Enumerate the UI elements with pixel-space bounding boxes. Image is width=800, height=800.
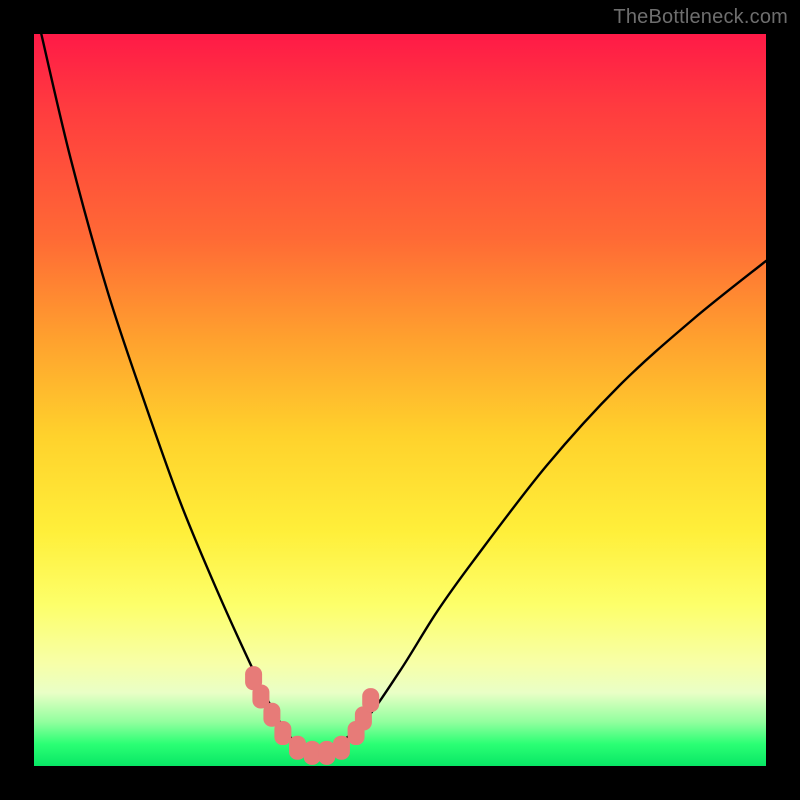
highlight-marker (318, 741, 335, 765)
highlight-marker (274, 721, 291, 745)
highlight-marker (362, 688, 379, 712)
bottleneck-curve (41, 34, 766, 754)
plot-area (34, 34, 766, 766)
highlight-marker (333, 736, 350, 760)
curve-layer (34, 34, 766, 766)
highlight-marker (289, 736, 306, 760)
highlight-markers (245, 666, 379, 765)
chart-stage: TheBottleneck.com (0, 0, 800, 800)
highlight-marker (304, 741, 321, 765)
watermark-text: TheBottleneck.com (613, 6, 788, 29)
